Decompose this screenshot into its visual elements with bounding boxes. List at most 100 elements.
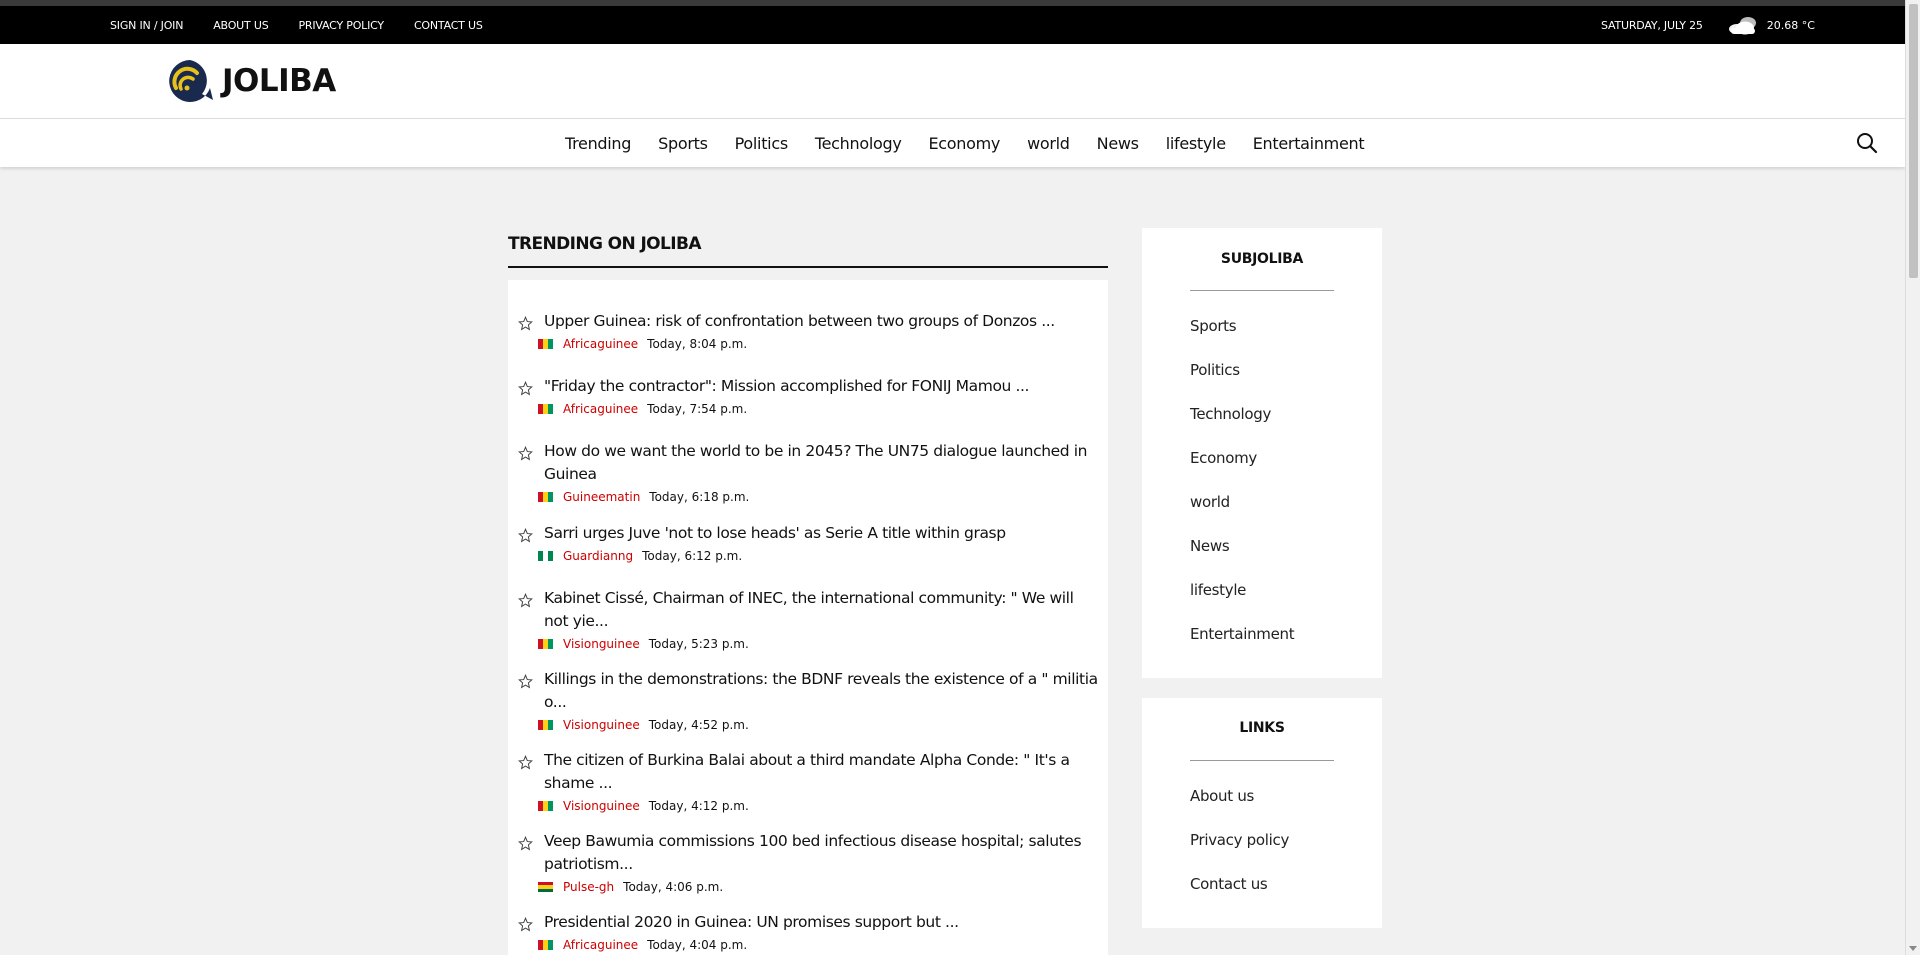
ghana-flag-icon — [538, 882, 553, 892]
nav-item-world[interactable]: world — [1027, 134, 1070, 153]
nav-item-news[interactable]: News — [1097, 134, 1139, 153]
widget-divider — [1190, 290, 1334, 291]
subjoliba-widget: SUBJOLIBA Sports Politics Technology Eco… — [1142, 228, 1382, 678]
article-source[interactable]: Visionguinee — [563, 718, 640, 732]
top-bar: SIGN IN / JOIN ABOUT US PRIVACY POLICY C… — [0, 6, 1905, 44]
brand-header: JOLIBA — [0, 44, 1905, 119]
article-meta: Guineematin Today, 6:18 p.m. — [538, 490, 749, 504]
guinea-flag-icon — [538, 940, 553, 950]
links-widget: LINKS About us Privacy policy Contact us — [1142, 698, 1382, 928]
contact-us-footer-link[interactable]: Contact us — [1190, 875, 1268, 893]
widget-title: LINKS — [1239, 720, 1285, 736]
article-source[interactable]: Guineematin — [563, 490, 640, 504]
guinea-flag-icon — [538, 639, 553, 649]
article-title[interactable]: Kabinet Cissé, Chairman of INEC, the int… — [544, 587, 1099, 633]
subjoliba-link-economy[interactable]: Economy — [1190, 449, 1257, 467]
star-icon[interactable] — [518, 380, 533, 396]
article-meta: Visionguinee Today, 4:12 p.m. — [538, 799, 749, 813]
site-logo[interactable]: JOLIBA — [166, 58, 336, 103]
widget-divider — [1190, 760, 1334, 761]
article-title[interactable]: The citizen of Burkina Balai about a thi… — [544, 749, 1099, 795]
subjoliba-link-entertainment[interactable]: Entertainment — [1190, 625, 1295, 643]
article-title[interactable]: How do we want the world to be in 2045? … — [544, 440, 1099, 486]
article-title[interactable]: Sarri urges Juve 'not to lose heads' as … — [544, 522, 1099, 545]
brand-name: JOLIBA — [222, 62, 336, 99]
article-time: Today, 6:12 p.m. — [642, 549, 743, 563]
article-meta: Africaguinee Today, 7:54 p.m. — [538, 402, 747, 416]
article-title[interactable]: Killings in the demonstrations: the BDNF… — [544, 668, 1099, 714]
article-time: Today, 4:52 p.m. — [648, 718, 749, 732]
star-icon[interactable] — [518, 445, 533, 461]
joliba-logo-icon — [166, 58, 214, 103]
article-title[interactable]: Veep Bawumia commissions 100 bed infecti… — [544, 830, 1099, 876]
privacy-policy-footer-link[interactable]: Privacy policy — [1190, 831, 1289, 849]
section-title: TRENDING ON JOLIBA — [508, 234, 702, 254]
star-icon[interactable] — [518, 754, 533, 770]
trending-feed: Upper Guinea: risk of confrontation betw… — [508, 280, 1108, 955]
article-source[interactable]: Pulse-gh — [563, 880, 614, 894]
star-icon[interactable] — [518, 527, 533, 543]
article-time: Today, 4:06 p.m. — [623, 880, 724, 894]
top-links: SIGN IN / JOIN ABOUT US PRIVACY POLICY C… — [110, 6, 483, 44]
nav-item-technology[interactable]: Technology — [815, 134, 902, 153]
nav-item-politics[interactable]: Politics — [735, 134, 789, 153]
article-meta: Africaguinee Today, 4:04 p.m. — [538, 938, 747, 952]
star-icon[interactable] — [518, 315, 533, 331]
scroll-down-arrow-icon[interactable] — [1909, 946, 1917, 951]
article-source[interactable]: Africaguinee — [563, 337, 638, 351]
subjoliba-link-technology[interactable]: Technology — [1190, 405, 1271, 423]
article-source[interactable]: Africaguinee — [563, 938, 638, 952]
article-source[interactable]: Guardianng — [563, 549, 633, 563]
star-icon[interactable] — [518, 835, 533, 851]
star-icon[interactable] — [518, 916, 533, 932]
article-meta: Guardianng Today, 6:12 p.m. — [538, 549, 742, 563]
nav-item-trending[interactable]: Trending — [565, 134, 631, 153]
nav-item-sports[interactable]: Sports — [658, 134, 708, 153]
subjoliba-link-lifestyle[interactable]: lifestyle — [1190, 581, 1246, 599]
privacy-policy-link[interactable]: PRIVACY POLICY — [298, 19, 384, 32]
contact-us-link[interactable]: CONTACT US — [414, 19, 483, 32]
nigeria-flag-icon — [538, 551, 553, 561]
main-nav: Trending Sports Politics Technology Econ… — [0, 119, 1905, 167]
nav-item-lifestyle[interactable]: lifestyle — [1166, 134, 1226, 153]
current-date: SATURDAY, JULY 25 — [1601, 18, 1703, 32]
article-time: Today, 8:04 p.m. — [647, 337, 748, 351]
article-time: Today, 6:18 p.m. — [649, 490, 750, 504]
article-source[interactable]: Visionguinee — [563, 637, 640, 651]
about-us-link[interactable]: ABOUT US — [213, 19, 268, 32]
article-time: Today, 4:04 p.m. — [647, 938, 748, 952]
article-source[interactable]: Visionguinee — [563, 799, 640, 813]
page-scrollbar[interactable] — [1905, 0, 1920, 955]
article-meta: Pulse-gh Today, 4:06 p.m. — [538, 880, 723, 894]
guinea-flag-icon — [538, 339, 553, 349]
star-icon[interactable] — [518, 592, 533, 608]
guinea-flag-icon — [538, 801, 553, 811]
subjoliba-link-news[interactable]: News — [1190, 537, 1230, 555]
article-title[interactable]: Upper Guinea: risk of confrontation betw… — [544, 310, 1099, 333]
article-meta: Visionguinee Today, 5:23 p.m. — [538, 637, 749, 651]
subjoliba-link-sports[interactable]: Sports — [1190, 317, 1237, 335]
article-source[interactable]: Africaguinee — [563, 402, 638, 416]
section-divider — [508, 266, 1108, 268]
article-meta: Visionguinee Today, 4:52 p.m. — [538, 718, 749, 732]
article-title[interactable]: Presidential 2020 in Guinea: UN promises… — [544, 911, 1099, 934]
sign-in-link[interactable]: SIGN IN / JOIN — [110, 19, 183, 32]
article-time: Today, 4:12 p.m. — [648, 799, 749, 813]
about-us-footer-link[interactable]: About us — [1190, 787, 1254, 805]
guinea-flag-icon — [538, 720, 553, 730]
article-title[interactable]: "Friday the contractor": Mission accompl… — [544, 375, 1099, 398]
guinea-flag-icon — [538, 404, 553, 414]
scrollbar-thumb[interactable] — [1909, 4, 1918, 278]
subjoliba-link-politics[interactable]: Politics — [1190, 361, 1240, 379]
article-time: Today, 7:54 p.m. — [647, 402, 748, 416]
guinea-flag-icon — [538, 492, 553, 502]
subjoliba-link-world[interactable]: world — [1190, 493, 1230, 511]
nav-item-entertainment[interactable]: Entertainment — [1253, 134, 1365, 153]
temperature: 20.68 °C — [1766, 18, 1815, 32]
widget-title: SUBJOLIBA — [1220, 251, 1304, 267]
nav-item-economy[interactable]: Economy — [929, 134, 1001, 153]
star-icon[interactable] — [518, 673, 533, 689]
article-meta: Africaguinee Today, 8:04 p.m. — [538, 337, 747, 351]
search-icon[interactable] — [1856, 132, 1878, 154]
cloud-icon — [1727, 14, 1759, 36]
